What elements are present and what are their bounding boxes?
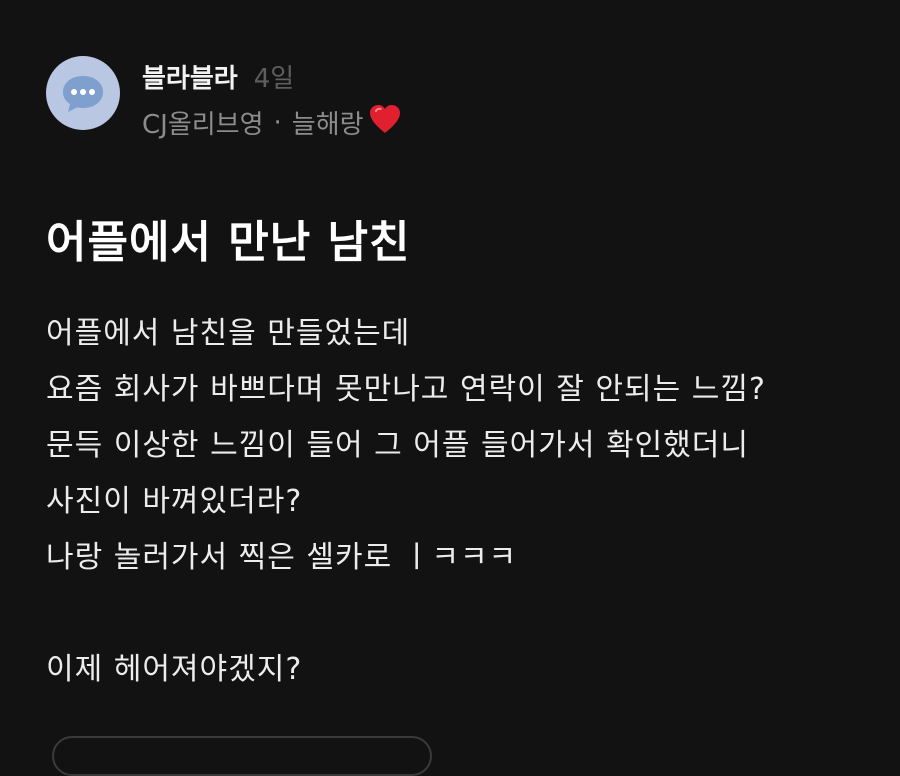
- red-heart-icon: [368, 103, 402, 142]
- body-blank-line: [46, 586, 876, 642]
- post-body: 어플에서 남친을 만들었는데 요즘 회사가 바쁘다며 못만나고 연락이 잘 안되…: [46, 306, 876, 698]
- author-name[interactable]: 블라블라: [142, 58, 238, 95]
- body-line: 어플에서 남친을 만들었는데: [46, 316, 411, 351]
- avatar[interactable]: [46, 56, 120, 130]
- body-line: 요즘 회사가 바쁘다며 못만나고 연락이 잘 안되는 느낌?: [46, 372, 766, 407]
- reaction-button[interactable]: [52, 736, 432, 776]
- author-meta: 블라블라 4일 CJ올리브영 · 늘해랑: [142, 58, 402, 142]
- post-title: 어플에서 만난 남친: [46, 217, 411, 268]
- body-line: 사진이 바껴있더라?: [46, 484, 303, 519]
- body-line: 문득 이상한 느낌이 들어 그 어플 들어가서 확인했더니: [46, 428, 749, 463]
- post-time: 4일: [253, 64, 295, 94]
- body-line: 이제 헤어져야겠지?: [46, 652, 303, 687]
- chat-bubble-icon: [60, 72, 106, 114]
- post-header: 블라블라 4일 CJ올리브영 · 늘해랑: [46, 56, 402, 142]
- company-name[interactable]: CJ올리브영: [142, 104, 264, 141]
- meta-separator: ·: [273, 107, 282, 138]
- nickname: 늘해랑: [291, 110, 364, 140]
- body-line: 나랑 놀러가서 찍은 셀카로 ㅣㅋㅋㅋ: [46, 540, 518, 575]
